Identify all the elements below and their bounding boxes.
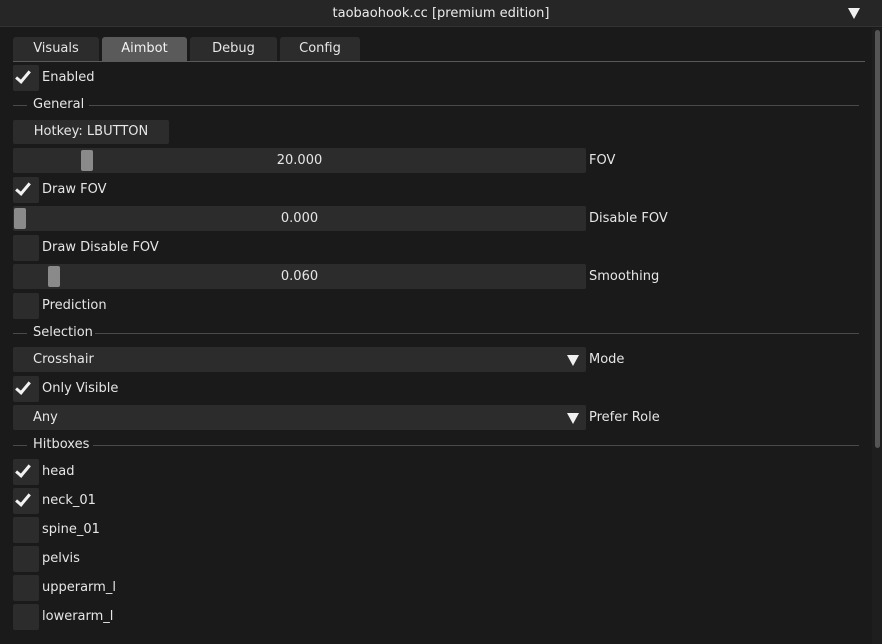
prefer-role-dropdown[interactable]: Any	[13, 405, 586, 430]
only-visible-checkbox[interactable]	[13, 376, 39, 402]
title-bar[interactable]: taobaohook.cc [premium edition]	[0, 0, 882, 27]
smoothing-label: Smoothing	[589, 269, 660, 284]
fov-value: 20.000	[276, 153, 323, 168]
selection-section-header: Selection	[13, 326, 859, 340]
check-icon	[15, 179, 31, 196]
hitbox-label: spine_01	[42, 522, 100, 537]
hitboxes-header-label: Hitboxes	[33, 437, 90, 452]
general-section-header: General	[13, 98, 859, 112]
hitbox-label: lowerarm_l	[42, 609, 114, 624]
prefer-role-label: Prefer Role	[589, 410, 660, 425]
section-divider-left	[13, 445, 27, 446]
hitbox-lowerarm-l-checkbox[interactable]	[13, 604, 39, 630]
hitbox-upperarm-l-checkbox[interactable]	[13, 575, 39, 601]
hitbox-label: upperarm_l	[42, 580, 116, 595]
hitboxes-section-header: Hitboxes	[13, 438, 859, 452]
check-icon	[15, 378, 31, 395]
section-divider-right	[93, 445, 859, 446]
enabled-checkbox[interactable]	[13, 65, 39, 91]
scrollbar[interactable]	[872, 28, 882, 644]
scrollbar-thumb[interactable]	[875, 30, 880, 448]
general-header-label: General	[33, 97, 85, 112]
draw-disable-fov-label: Draw Disable FOV	[42, 240, 159, 255]
section-divider-right	[89, 105, 859, 106]
hotkey-button[interactable]: Hotkey: LBUTTON	[13, 120, 169, 144]
disable-fov-label: Disable FOV	[589, 211, 668, 226]
section-divider-left	[13, 333, 27, 334]
draw-fov-label: Draw FOV	[42, 182, 107, 197]
collapse-arrow-icon[interactable]	[848, 8, 860, 19]
hitbox-label: neck_01	[42, 493, 96, 508]
check-icon	[15, 67, 31, 84]
mode-dropdown[interactable]: Crosshair	[13, 347, 586, 372]
window-title: taobaohook.cc [premium edition]	[332, 6, 550, 21]
tab-underline	[13, 61, 865, 62]
hitbox-head-checkbox[interactable]	[13, 459, 39, 485]
dropdown-arrow-icon	[567, 355, 579, 366]
hitbox-label: pelvis	[42, 551, 80, 566]
mode-label: Mode	[589, 352, 625, 367]
prediction-checkbox[interactable]	[13, 293, 39, 319]
fov-label: FOV	[589, 153, 616, 168]
section-divider-left	[13, 105, 27, 106]
draw-fov-checkbox[interactable]	[13, 177, 39, 203]
enabled-label: Enabled	[42, 70, 95, 85]
prediction-label: Prediction	[42, 298, 107, 313]
tab-debug[interactable]: Debug	[190, 37, 277, 61]
draw-disable-fov-checkbox[interactable]	[13, 235, 39, 261]
smoothing-value: 0.060	[280, 269, 319, 284]
disable-fov-value: 0.000	[280, 211, 319, 226]
check-icon	[15, 461, 31, 478]
dropdown-arrow-icon	[567, 413, 579, 424]
disable-fov-slider[interactable]: 0.000	[13, 206, 586, 231]
hitbox-spine-checkbox[interactable]	[13, 517, 39, 543]
hitbox-pelvis-checkbox[interactable]	[13, 546, 39, 572]
tab-config[interactable]: Config	[280, 37, 360, 61]
fov-slider[interactable]: 20.000	[13, 148, 586, 173]
section-divider-right	[95, 333, 859, 334]
tab-aimbot[interactable]: Aimbot	[102, 37, 187, 61]
hitbox-neck-checkbox[interactable]	[13, 488, 39, 514]
selection-header-label: Selection	[33, 325, 93, 340]
mode-selected-value: Crosshair	[33, 352, 94, 367]
prefer-role-selected-value: Any	[33, 410, 58, 425]
smoothing-slider[interactable]: 0.060	[13, 264, 586, 289]
check-icon	[15, 490, 31, 507]
hitbox-label: head	[42, 464, 75, 479]
only-visible-label: Only Visible	[42, 381, 119, 396]
tab-visuals[interactable]: Visuals	[13, 37, 99, 61]
